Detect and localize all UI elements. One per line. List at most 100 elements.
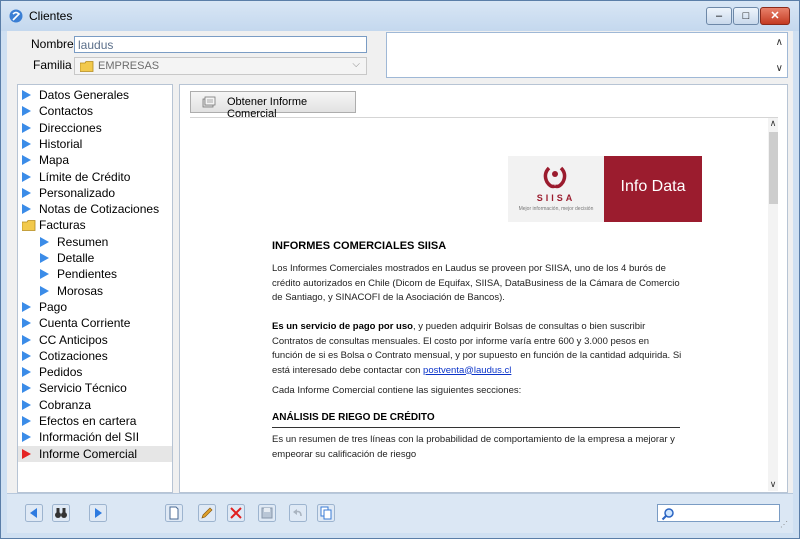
scroll-down-icon[interactable]: ∨ <box>776 63 783 74</box>
tree-item-label: CC Anticipos <box>39 332 108 347</box>
siisa-brand: SIISA <box>536 193 576 203</box>
tree-item-label: Límite de Crédito <box>39 169 131 184</box>
chevron-down-icon[interactable]: ⌵ <box>352 59 360 70</box>
tree-item[interactable]: Informe Comercial <box>18 445 172 462</box>
tree-item[interactable]: Información del SII <box>18 429 172 445</box>
siisa-mark-icon <box>543 166 567 189</box>
delete-icon[interactable] <box>227 504 245 522</box>
paragraph-pago-bold: Es un servicio de pago por uso <box>272 321 413 332</box>
arrow-icon <box>22 334 31 345</box>
previous-record-icon[interactable] <box>25 504 43 522</box>
scroll-down-icon[interactable]: ∨ <box>768 479 778 490</box>
arrow-icon <box>22 106 31 117</box>
tree-item[interactable]: Cuenta Corriente <box>18 315 172 331</box>
tree-item-label: Pendientes <box>57 267 118 282</box>
undo-icon[interactable] <box>289 504 307 522</box>
tree-item[interactable]: Pedidos <box>18 364 172 380</box>
arrow-icon <box>40 236 49 247</box>
tree-item[interactable]: Morosas <box>18 283 172 299</box>
arrow-icon <box>22 187 31 198</box>
resize-grip-icon[interactable]: ⋰ <box>780 520 790 530</box>
arrow-icon <box>22 416 31 426</box>
minimize-icon: – <box>715 10 723 22</box>
bottom-toolbar: ⋰ <box>7 493 793 533</box>
arrow-icon <box>22 399 31 410</box>
close-icon: ✕ <box>770 10 780 22</box>
tree-item[interactable]: Resumen <box>18 234 172 250</box>
minimize-button[interactable]: – <box>706 7 732 25</box>
tree-item[interactable]: Mapa <box>18 152 172 168</box>
client-area: Nombre laudus Familia EMPRESAS ⌵ ∧ ∨ Dat… <box>7 31 793 531</box>
report-icon <box>202 96 216 108</box>
tree-item-label: Notas de Cotizaciones <box>39 202 160 217</box>
maximize-button[interactable]: □ <box>733 7 759 25</box>
tree-item[interactable]: Personalizado <box>18 185 172 201</box>
folder-icon <box>22 220 36 232</box>
arrow-icon <box>22 122 31 133</box>
navigation-tree: Datos Generales Contactos Direcciones Histo… <box>17 84 173 493</box>
tree-item-label: Efectos en cartera <box>39 414 137 428</box>
binoculars-icon[interactable] <box>52 504 70 522</box>
copy-icon[interactable] <box>317 504 335 522</box>
arrow-icon <box>40 269 49 280</box>
tree-item-label: Historial <box>39 136 83 151</box>
title-bar[interactable]: Clientes – □ ✕ <box>1 1 799 31</box>
tree-item-label: Mapa <box>39 153 70 168</box>
tree-item-label: Resumen <box>57 234 109 249</box>
tree-item[interactable]: Notas de Cotizaciones <box>18 201 172 217</box>
tree-item-label: Pedidos <box>39 365 83 380</box>
arrow-icon <box>40 253 49 263</box>
tree-item[interactable]: Contactos <box>18 103 172 119</box>
tree-item[interactable]: Facturas <box>18 217 172 233</box>
tree-item-label: Cobranza <box>39 397 92 412</box>
siisa-logo: SIISA Mejor información, mejor decisión <box>508 156 604 222</box>
new-document-icon[interactable] <box>165 504 183 522</box>
scroll-up-icon[interactable]: ∧ <box>768 118 778 129</box>
tree-item[interactable]: Detalle <box>18 250 172 266</box>
tree-item-label: Información del SII <box>39 430 140 445</box>
tree-item[interactable]: Efectos en cartera <box>18 413 172 429</box>
arrow-icon <box>22 432 31 443</box>
tree-item-label: Contactos <box>39 104 94 119</box>
tree-item[interactable]: Datos Generales <box>18 87 172 103</box>
tree-item[interactable]: Cotizaciones <box>18 348 172 364</box>
tree-item-label: Personalizado <box>39 185 116 200</box>
paragraph-secciones: Cada Informe Comercial contiene las sigu… <box>272 385 522 396</box>
tree-item[interactable]: Historial <box>18 136 172 152</box>
nombre-label: Nombre <box>31 37 74 51</box>
document-heading: INFORMES COMERCIALES SIISA <box>272 240 447 252</box>
email-link[interactable]: postventa@laudus.cl <box>423 365 511 376</box>
document-scrollbar[interactable]: ∧ ∨ <box>768 118 778 491</box>
clientes-window: Clientes – □ ✕ Nombre laudus Familia EMP… <box>0 0 800 539</box>
tree-item-label: Detalle <box>57 251 95 265</box>
informe-document: SIISA Mejor información, mejor decisión … <box>190 117 778 491</box>
search-input[interactable] <box>657 504 780 522</box>
scrollbar-thumb[interactable] <box>769 132 778 204</box>
tree-item[interactable]: CC Anticipos <box>18 332 172 348</box>
tree-item[interactable]: Servicio Técnico <box>18 380 172 396</box>
edit-pencil-icon[interactable] <box>198 504 216 522</box>
tree-item[interactable]: Direcciones <box>18 120 172 136</box>
close-button[interactable]: ✕ <box>760 7 790 25</box>
nombre-input[interactable]: laudus <box>74 36 367 53</box>
arrow-icon <box>22 138 31 149</box>
tree-item-label: Cuenta Corriente <box>39 316 131 331</box>
obtener-informe-button[interactable]: Obtener Informe Comercial <box>190 91 356 120</box>
tree-item-label: Informe Comercial <box>39 446 138 461</box>
arrow-icon <box>22 171 31 182</box>
tree-item-label: Facturas <box>39 218 86 233</box>
paragraph-siisa: Los Informes Comerciales mostrados en La… <box>272 263 680 303</box>
notes-textarea[interactable]: ∧ ∨ <box>386 32 788 78</box>
tree-item[interactable]: Pago <box>18 299 172 315</box>
tree-item[interactable]: Límite de Crédito <box>18 169 172 185</box>
scroll-up-icon[interactable]: ∧ <box>776 37 783 48</box>
arrow-icon <box>22 383 31 394</box>
infodata-logo: Info Data <box>604 156 702 222</box>
tree-item[interactable]: Pendientes <box>18 266 172 282</box>
familia-value: EMPRESAS <box>98 60 160 72</box>
tree-item[interactable]: Cobranza <box>18 397 172 413</box>
familia-select[interactable]: EMPRESAS ⌵ <box>74 57 367 75</box>
save-icon[interactable] <box>258 504 276 522</box>
maximize-icon: □ <box>742 10 750 22</box>
next-record-icon[interactable] <box>89 504 107 522</box>
